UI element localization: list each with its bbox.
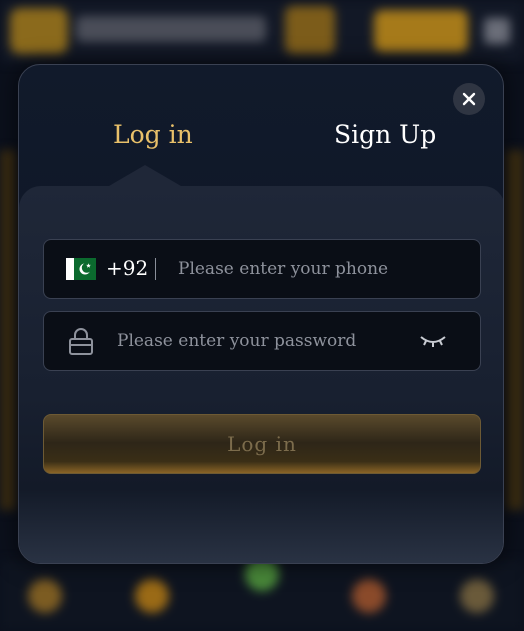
country-code[interactable]: +92 (106, 256, 148, 280)
login-modal: Log in Sign Up +92 Log in (18, 64, 504, 564)
active-tab-indicator (109, 165, 181, 186)
background-button (374, 10, 468, 52)
close-button[interactable] (453, 83, 485, 115)
divider (155, 258, 156, 280)
phone-input[interactable] (178, 249, 458, 289)
background-side-left (0, 150, 16, 510)
background-nav-icon (135, 579, 169, 613)
background-bottom-nav (0, 557, 524, 631)
password-input[interactable] (117, 321, 397, 361)
background-logo (10, 8, 68, 54)
lock-icon (69, 328, 93, 355)
login-button-label: Log in (227, 432, 297, 456)
background-side-right (506, 150, 524, 510)
background-title (76, 16, 266, 42)
tab-log-in[interactable]: Log in (113, 120, 193, 150)
background-gift-icon (285, 6, 335, 54)
close-icon (462, 92, 476, 106)
pakistan-flag-icon (66, 258, 96, 280)
eye-closed-icon[interactable] (418, 330, 448, 352)
tab-sign-up[interactable]: Sign Up (334, 120, 436, 150)
background-nav-icon (28, 579, 62, 613)
phone-field: +92 (43, 239, 481, 299)
background-nav-icon (352, 579, 386, 613)
password-field (43, 311, 481, 371)
background-menu-icon (484, 18, 510, 44)
login-submit-button[interactable]: Log in (43, 414, 481, 474)
background-nav-icon (460, 579, 494, 613)
